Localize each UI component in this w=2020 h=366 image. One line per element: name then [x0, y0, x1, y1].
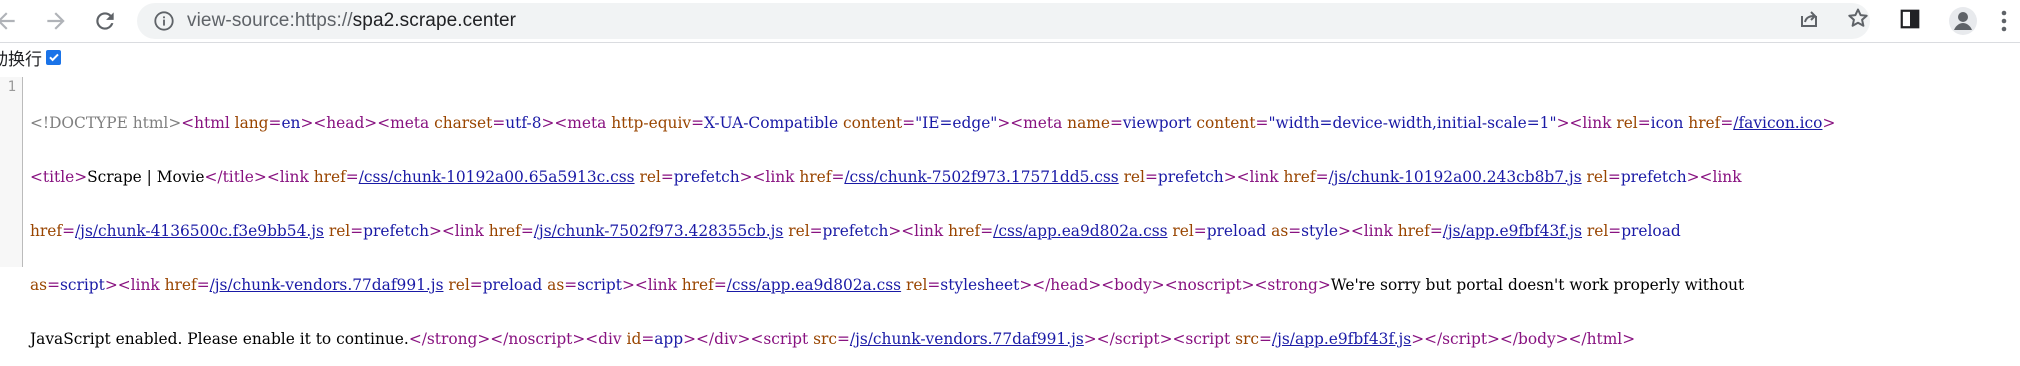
- source-code: <!DOCTYPE html><html lang=en><head><meta…: [30, 78, 2020, 366]
- source-link[interactable]: /js/chunk-10192a00.243cb8b7.js: [1328, 168, 1581, 186]
- source-link[interactable]: /css/chunk-10192a00.65a5913c.css: [359, 168, 635, 186]
- line-wrap-checkbox[interactable]: [46, 49, 61, 65]
- browser-toolbar: view-source:https://spa2.scrape.center: [0, 0, 2020, 43]
- source-link[interactable]: /js/app.e9fbf43f.js: [1272, 330, 1411, 348]
- profile-icon[interactable]: [1948, 6, 1978, 36]
- info-icon[interactable]: [153, 10, 175, 32]
- doctype: <!DOCTYPE html>: [30, 114, 182, 132]
- line-number: 1: [7, 79, 16, 95]
- forward-button[interactable]: [38, 3, 74, 39]
- forward-icon: [47, 12, 65, 30]
- source-link[interactable]: /js/app.e9fbf43f.js: [1443, 222, 1582, 240]
- line-wrap-bar: 动换行: [0, 46, 61, 69]
- menu-icon[interactable]: [1997, 8, 2011, 34]
- source-line-5: JavaScript enabled. Please enable it to …: [30, 330, 1636, 348]
- source-link[interactable]: /js/chunk-7502f973.428355cb.js: [534, 222, 784, 240]
- star-icon[interactable]: [1846, 6, 1870, 30]
- source-link[interactable]: /css/app.ea9d802a.css: [993, 222, 1167, 240]
- share-icon[interactable]: [1797, 6, 1821, 30]
- back-icon: [0, 12, 15, 30]
- checkmark-icon: [48, 53, 59, 62]
- url-scheme: view-source:https://: [187, 10, 353, 31]
- source-line-3: href=/js/chunk-4136500c.f3e9bb54.js rel=…: [30, 222, 1681, 240]
- url-text[interactable]: view-source:https://spa2.scrape.center: [187, 10, 516, 32]
- source-line-2: <title>Scrape | Movie</title><link href=…: [30, 168, 1742, 186]
- reload-button[interactable]: [87, 3, 123, 39]
- source-link[interactable]: /css/app.ea9d802a.css: [727, 276, 901, 294]
- source-line-4: as=script><link href=/js/chunk-vendors.7…: [30, 276, 1745, 294]
- address-bar[interactable]: view-source:https://spa2.scrape.center: [137, 3, 1870, 39]
- reload-icon: [96, 12, 114, 30]
- line-wrap-label: 动换行: [0, 49, 42, 69]
- source-link[interactable]: /js/chunk-4136500c.f3e9bb54.js: [75, 222, 324, 240]
- back-button[interactable]: [0, 3, 24, 39]
- url-host: spa2.scrape.center: [352, 10, 517, 31]
- source-link[interactable]: /js/chunk-vendors.77daf991.js: [850, 330, 1084, 348]
- source-line-1: <!DOCTYPE html><html lang=en><head><meta…: [30, 114, 1836, 132]
- source-link[interactable]: /css/chunk-7502f973.17571dd5.css: [844, 168, 1118, 186]
- line-number-gutter: 1: [0, 77, 23, 267]
- source-link[interactable]: /favicon.ico: [1733, 114, 1822, 132]
- side-panel-icon[interactable]: [1899, 8, 1921, 30]
- source-link[interactable]: /js/chunk-vendors.77daf991.js: [210, 276, 444, 294]
